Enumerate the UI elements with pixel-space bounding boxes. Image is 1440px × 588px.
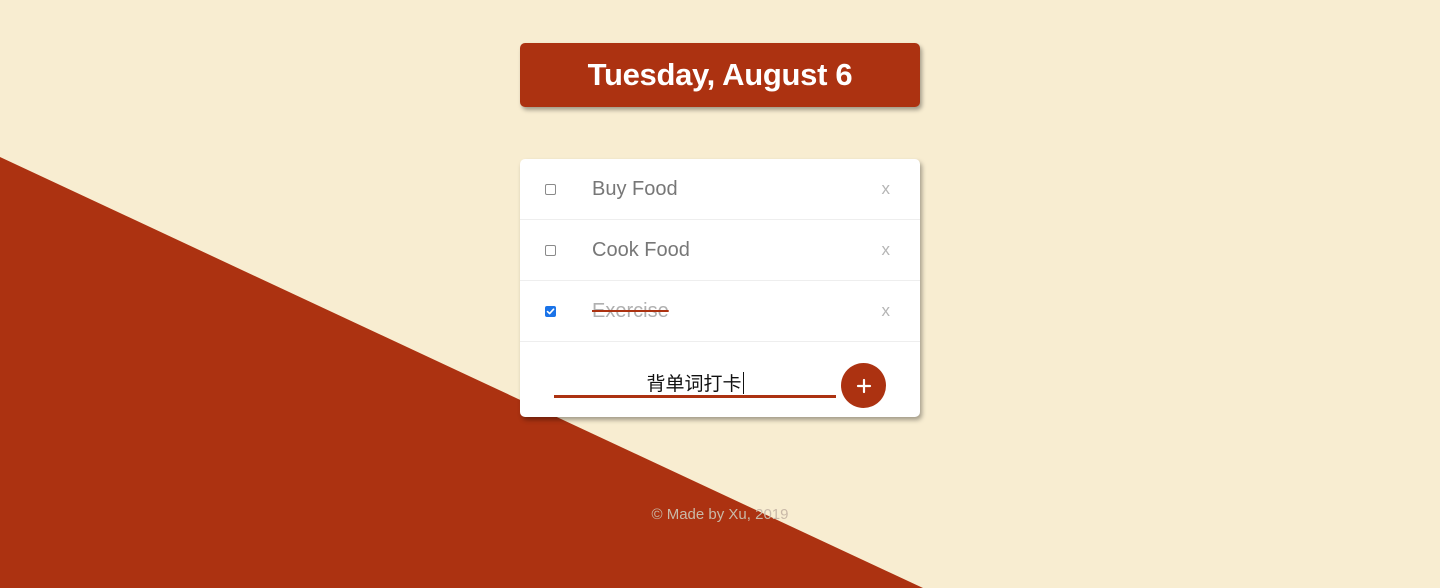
add-button[interactable] <box>841 363 886 408</box>
delete-button[interactable]: x <box>882 179 891 199</box>
date-title: Tuesday, August 6 <box>587 57 853 92</box>
new-item-input[interactable] <box>554 364 836 398</box>
todo-label: Buy Food <box>592 177 678 200</box>
todo-item: Buy Food x <box>520 159 920 220</box>
todo-checkbox[interactable] <box>545 244 556 256</box>
todo-label: Exercise <box>592 299 669 322</box>
todo-item: Cook Food x <box>520 220 920 281</box>
delete-button[interactable]: x <box>882 240 891 260</box>
checkmark-icon <box>546 307 555 314</box>
todo-label: Cook Food <box>592 238 690 261</box>
todo-checkbox[interactable] <box>545 305 556 317</box>
date-heading: Tuesday, August 6 <box>520 43 920 107</box>
todo-checkbox[interactable] <box>545 183 556 195</box>
todo-list-card: Buy Food x Cook Food x Exercise x 背单词打卡 <box>520 159 920 417</box>
todo-item: Exercise x <box>520 281 920 342</box>
delete-button[interactable]: x <box>882 301 891 321</box>
plus-icon <box>856 378 871 393</box>
footer-credit: © Made by Xu, 2019 <box>651 506 789 523</box>
add-item-row: 背单词打卡 <box>520 342 920 417</box>
